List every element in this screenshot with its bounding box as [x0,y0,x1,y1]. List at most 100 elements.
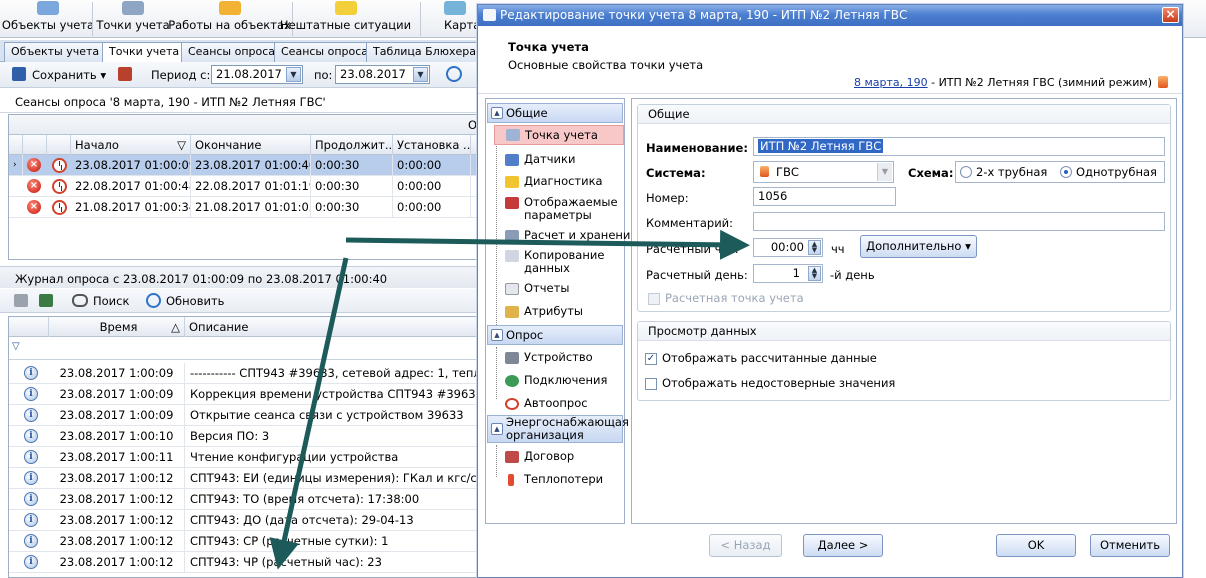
collapse-icon[interactable]: ▲ [491,107,503,119]
table-row[interactable]: × 22.08.2017 01:00:48 22.08.2017 01:01:1… [9,176,479,197]
table-row[interactable]: › × 23.08.2017 01:00:09 23.08.2017 01:00… [9,155,479,176]
column-description[interactable]: Описание [185,317,479,337]
number-label: Номер: [646,191,689,205]
column-time[interactable]: Время △ [49,317,185,337]
nav-item-calc-storage[interactable]: Расчет и хранение [494,229,637,242]
sessions-title: Сеансы опроса '8 марта, 190 - ИТП №2 Лет… [0,89,480,113]
period-from-field[interactable]: 21.08.2017 ▼ [211,65,303,84]
ok-button[interactable]: OK [996,534,1076,557]
tab-points[interactable]: Точки учета [102,42,187,63]
nav-item-sensors[interactable]: Датчики [494,153,624,166]
list-item[interactable]: i 23.08.2017 1:00:12 СПТ943: СР (расчетные… [9,531,479,552]
cell-start: 22.08.2017 01:00:48 [71,176,191,197]
journal-title: Журнал опроса с 23.08.2017 01:00:09 по 2… [0,266,480,288]
tab-sessions-2[interactable]: Сеансы опроса [274,42,376,62]
column-start[interactable]: Начало ▽ [71,135,191,155]
nav-item-contract[interactable]: Договор [494,450,624,463]
nav-group-polling[interactable]: ▲ Опрос [487,325,623,345]
list-item[interactable]: i 23.08.2017 1:00:11 Чтение конфигурации у… [9,447,479,468]
list-item[interactable]: i 23.08.2017 1:00:09 Коррекция времени уст… [9,384,479,405]
filter-icon[interactable]: ▽ [12,341,20,352]
list-item[interactable]: i 23.08.2017 1:00:12 СПТ943: ТО (время отс… [9,489,479,510]
refresh-icon[interactable] [446,66,462,82]
search-icon [72,294,88,307]
calc-point-checkbox[interactable] [648,293,660,305]
nav-item-device[interactable]: Устройство [494,351,624,364]
ribbon-item-objects[interactable]: Объекты учета [2,0,94,38]
spinner-icon[interactable]: ▲ ▼ [808,266,821,281]
collapse-icon[interactable]: ▲ [491,423,503,435]
refresh-button[interactable]: Обновить [166,294,224,308]
export-icon[interactable] [118,67,132,81]
nav-item-attributes[interactable]: Атрибуты [494,305,624,318]
export-icon[interactable] [39,294,53,307]
filter-icon[interactable]: ▽ [177,135,186,155]
ribbon-item-map[interactable]: Карта [444,0,476,38]
nav-item-copy-data[interactable]: Копирование данных [494,249,624,275]
sessions-grid[interactable]: О Начало ▽ Окончание Продолжит... Установ… [8,114,480,260]
ribbon-item-points[interactable]: Точки учета [96,0,170,38]
close-button[interactable]: × [1162,7,1179,23]
header-subtitle: Основные свойства точки учета [508,58,704,72]
nav-item-displayed-params[interactable]: Отображаемые параметры [494,196,624,222]
list-item[interactable]: i 23.08.2017 1:00:09 Открытие сеанса связи… [9,405,479,426]
collapse-icon[interactable]: ▲ [491,329,503,341]
tab-bluher-table[interactable]: Таблица Блюхера, 4 [366,42,480,62]
calc-day-input[interactable]: 1 ▲ ▼ [753,264,823,283]
calc-hour-input[interactable]: 00:00 ▲ ▼ [753,238,823,257]
back-button[interactable]: < Назад [709,534,782,557]
list-item[interactable]: i 23.08.2017 1:00:10 Версия ПО: 3 [9,426,479,447]
journal-grid[interactable]: Время △ Описание ▽ i 23.08.2017 1:00:09 ---… [8,316,480,578]
tab-objects[interactable]: Объекты учета [4,42,107,62]
search-button[interactable]: Поиск [93,294,129,308]
list-item[interactable]: i 23.08.2017 1:00:12 СПТ943: ЕИ (единицы и… [9,468,479,489]
ribbon-item-emergencies[interactable]: Нештатные ситуации [280,0,411,38]
spinner-icon[interactable]: ▲ ▼ [808,240,821,255]
filter-row[interactable]: ▽ [9,338,479,360]
radio-two-pipe[interactable] [960,166,972,178]
ribbon-item-works[interactable]: Работы на объектах [168,0,291,38]
nav-group-energy-org[interactable]: ▲ Энергоснабжающая организация [487,415,629,443]
radio-single-pipe[interactable] [1060,166,1072,178]
edit-point-dialog: Редактирование точки учета 8 марта, 190 … [477,4,1183,578]
nav-group-general[interactable]: ▲ Общие [487,103,623,123]
column-setup[interactable]: Установка ... [393,135,471,155]
nav-item-autopoll[interactable]: Автоопрос [494,397,624,410]
period-to-field[interactable]: 23.08.2017 ▼ [335,65,430,84]
column-duration[interactable]: Продолжит... [311,135,393,155]
tab-sessions-1[interactable]: Сеансы опроса [181,42,283,62]
column-end[interactable]: Окончание [191,135,311,155]
system-select[interactable]: ГВС ▼ [753,161,894,183]
table-row[interactable]: × 21.08.2017 01:00:34 21.08.2017 01:01:0… [9,197,479,218]
list-item[interactable]: i 23.08.2017 1:00:09 ----------- СПТ943 #3… [9,363,479,384]
number-input[interactable]: 1056 [753,187,896,206]
nav-item-connections[interactable]: Подключения [494,374,624,387]
sort-icon[interactable]: △ [171,317,180,337]
chevron-down-icon[interactable]: ▼ [877,163,892,181]
nav-item-point[interactable]: Точка учета [494,125,624,145]
save-button[interactable]: Сохранить ▾ [32,68,106,82]
comment-input[interactable] [753,212,1165,231]
print-icon[interactable] [14,294,28,307]
nav-item-reports[interactable]: Отчеты [494,282,624,295]
show-calc-checkbox[interactable]: ✓ [645,353,657,365]
cancel-button[interactable]: Отменить [1090,534,1170,557]
nav-item-heat-loss[interactable]: Теплопотери [494,473,624,486]
breadcrumb-link[interactable]: 8 марта, 190 [854,76,928,89]
hot-water-icon [760,166,769,177]
view-data-group-title: Просмотр данных [638,322,1170,341]
nav-item-diagnostics[interactable]: Диагностика [494,175,624,188]
list-item[interactable]: i 23.08.2017 1:00:12 СПТ943: ДО (дата отсч… [9,510,479,531]
dialog-titlebar[interactable]: Редактирование точки учета 8 марта, 190 … [478,5,1182,26]
next-button[interactable]: Далее > [803,534,883,557]
name-input[interactable]: ИТП №2 Летняя ГВС [753,137,1165,156]
additional-button[interactable]: Дополнительно ▾ [860,235,977,258]
list-item[interactable]: i 23.08.2017 1:00:12 СПТ943: ЧР (расчетный… [9,552,479,573]
show-invalid-checkbox[interactable] [645,378,657,390]
chevron-down-icon[interactable]: ▼ [286,67,301,82]
dialog-footer: < Назад Далее > OK Отменить [478,527,1182,577]
chevron-down-icon[interactable]: ▼ [413,67,428,82]
header-title: Точка учета [508,40,589,54]
calc-hour-label: Расчетный час: [646,242,739,256]
cell-end: 22.08.2017 01:01:19 [191,176,311,197]
